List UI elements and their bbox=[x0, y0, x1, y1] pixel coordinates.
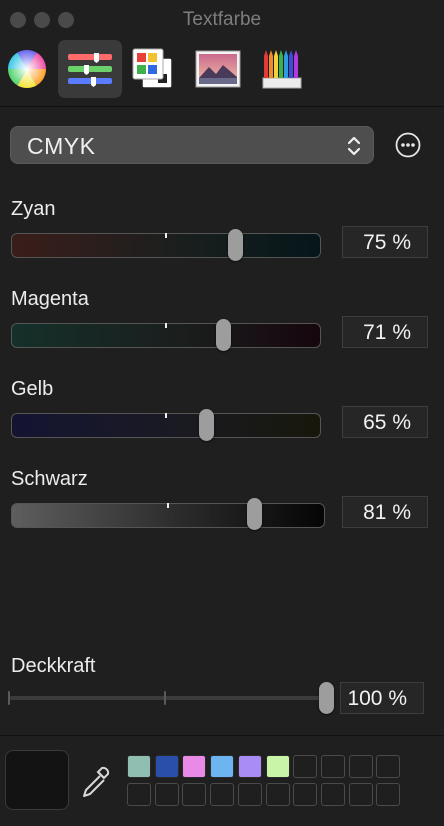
image-palettes-tab[interactable] bbox=[186, 40, 250, 98]
color-swatch[interactable] bbox=[348, 783, 373, 806]
color-model-select[interactable]: CMYK bbox=[10, 126, 374, 164]
image-palette-icon bbox=[195, 50, 241, 88]
yellow-label: Gelb bbox=[11, 378, 54, 400]
current-color-well[interactable] bbox=[5, 750, 69, 810]
black-slider-center-tick bbox=[167, 503, 169, 508]
color-wheel-icon bbox=[8, 50, 46, 88]
black-slider-track[interactable] bbox=[11, 503, 325, 528]
color-swatch[interactable] bbox=[348, 755, 373, 778]
magenta-slider-knob[interactable] bbox=[216, 319, 232, 351]
eyedropper-icon[interactable] bbox=[80, 766, 110, 798]
color-swatch[interactable] bbox=[293, 783, 318, 806]
color-wheel-tab[interactable] bbox=[0, 40, 59, 98]
color-swatch[interactable] bbox=[154, 755, 179, 778]
opacity-value-field[interactable]: 100 % bbox=[340, 682, 424, 714]
yellow-slider-center-tick bbox=[165, 413, 167, 418]
color-swatch[interactable] bbox=[265, 783, 290, 806]
pencils-icon bbox=[262, 50, 302, 89]
color-swatch[interactable] bbox=[265, 755, 290, 778]
yellow-value-field[interactable]: 65 % bbox=[342, 406, 428, 438]
magenta-label: Magenta bbox=[11, 288, 89, 310]
color-palettes-tab[interactable] bbox=[121, 40, 185, 98]
color-model-value: CMYK bbox=[27, 133, 96, 159]
color-swatch[interactable] bbox=[210, 755, 235, 778]
up-down-chevron-icon bbox=[347, 136, 361, 156]
color-swatch[interactable] bbox=[182, 783, 207, 806]
cyan-label: Zyan bbox=[11, 198, 56, 220]
cyan-slider-center-tick bbox=[165, 233, 167, 238]
magenta-slider-center-tick bbox=[165, 323, 167, 328]
bottom-divider bbox=[0, 735, 444, 736]
black-label: Schwarz bbox=[11, 468, 88, 490]
more-options-icon[interactable] bbox=[395, 132, 421, 158]
opacity-min-tick bbox=[8, 691, 10, 705]
sliders-icon bbox=[68, 53, 112, 87]
opacity-mid-tick bbox=[164, 691, 166, 705]
color-swatch[interactable] bbox=[154, 783, 179, 806]
color-sliders-tab[interactable] bbox=[58, 40, 122, 98]
yellow-slider-track[interactable] bbox=[11, 413, 321, 438]
color-swatch[interactable] bbox=[320, 783, 345, 806]
black-slider-knob[interactable] bbox=[247, 498, 263, 530]
magenta-value-field[interactable]: 71 % bbox=[342, 316, 428, 348]
yellow-slider-knob[interactable] bbox=[198, 409, 214, 441]
color-swatch[interactable] bbox=[293, 755, 318, 778]
title-bar: Textfarbe bbox=[0, 0, 444, 40]
opacity-label: Deckkraft bbox=[11, 655, 96, 677]
color-swatch[interactable] bbox=[376, 755, 401, 778]
color-swatch[interactable] bbox=[210, 783, 235, 806]
pencils-tab[interactable] bbox=[250, 40, 314, 98]
magenta-slider-track[interactable] bbox=[11, 323, 321, 348]
black-value-field[interactable]: 81 % bbox=[342, 496, 428, 528]
cyan-slider-knob[interactable] bbox=[228, 229, 244, 261]
color-swatch[interactable] bbox=[237, 783, 262, 806]
picker-toolbar bbox=[0, 40, 444, 107]
color-swatch[interactable] bbox=[127, 755, 151, 778]
color-swatch[interactable] bbox=[182, 755, 207, 778]
color-swatch[interactable] bbox=[237, 755, 262, 778]
cyan-value-field[interactable]: 75 % bbox=[342, 226, 428, 258]
color-swatch[interactable] bbox=[127, 783, 151, 806]
window-title: Textfarbe bbox=[182, 9, 262, 30]
opacity-slider-knob[interactable] bbox=[319, 682, 334, 714]
cyan-slider-track[interactable] bbox=[11, 233, 321, 258]
color-swatch[interactable] bbox=[320, 755, 345, 778]
color-swatch[interactable] bbox=[376, 783, 401, 806]
color-palettes-icon bbox=[132, 48, 173, 89]
